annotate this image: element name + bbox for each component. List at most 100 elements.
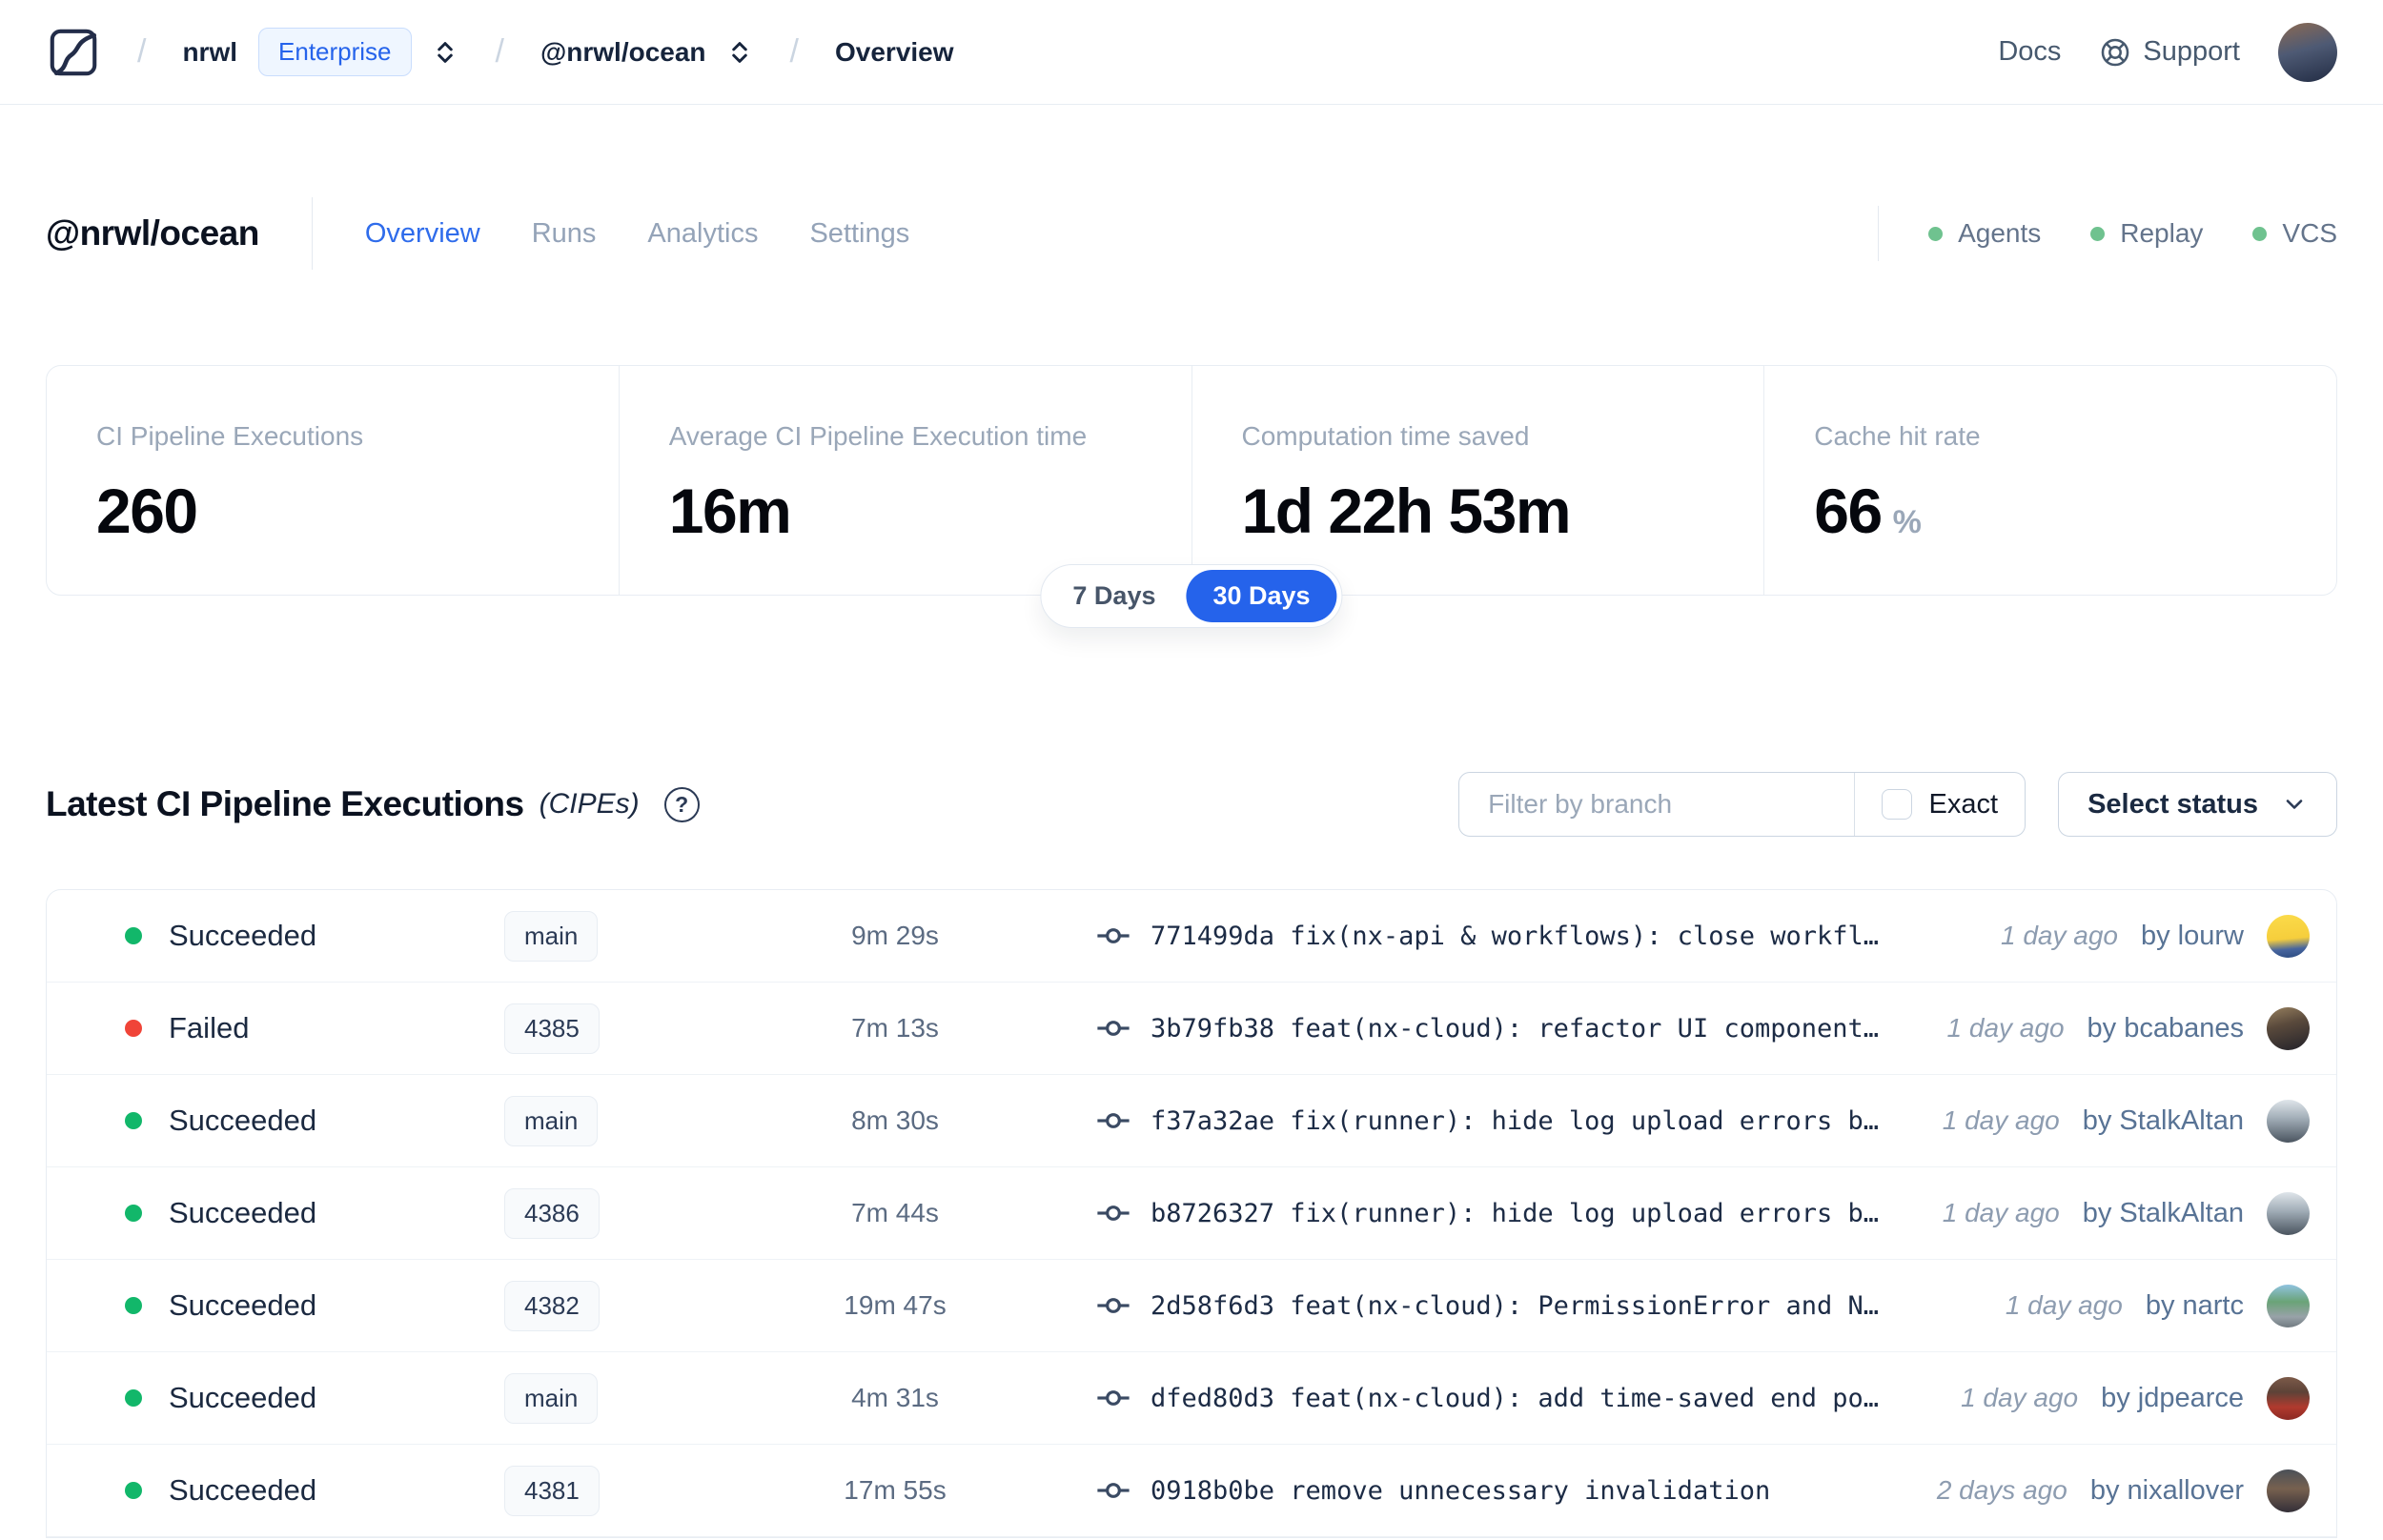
exact-checkbox[interactable] xyxy=(1881,789,1912,820)
support-link[interactable]: Support xyxy=(2099,36,2240,69)
table-row[interactable]: Succeeded 4382 19m 47s 2d58f6d3 feat(nx-… xyxy=(47,1260,2336,1352)
branch-badge[interactable]: main xyxy=(504,1372,599,1424)
duration: 8m 30s xyxy=(851,1105,939,1135)
branch-badge[interactable]: 4382 xyxy=(504,1280,600,1331)
stat-label: Cache hit rate xyxy=(1814,421,1981,451)
select-status-button[interactable]: Select status xyxy=(2058,772,2337,837)
duration: 7m 13s xyxy=(851,1013,939,1043)
branch-badge[interactable]: main xyxy=(504,910,599,962)
status-replay[interactable]: Replay xyxy=(2090,218,2203,249)
commit-message[interactable]: b8726327 fix(runner): hide log upload er… xyxy=(1151,1199,1879,1228)
status-agents[interactable]: Agents xyxy=(1928,218,2041,249)
top-nav: / nrwl Enterprise / @nrwl/ocean / Overvi… xyxy=(0,0,2383,105)
status-dot-icon xyxy=(125,1482,142,1499)
stat-value-suffix: % xyxy=(1892,504,1922,540)
branch-filter-group: Exact xyxy=(1458,772,2027,837)
stat-card-ci-pipeline-executions: CI Pipeline Executions 260 xyxy=(46,365,620,596)
git-commit-icon xyxy=(1095,1103,1131,1139)
time-ago: 1 day ago xyxy=(1942,1105,2060,1135)
divider xyxy=(311,197,313,270)
org-name: nrwl xyxy=(182,36,238,67)
commit-message[interactable]: f37a32ae fix(runner): hide log upload er… xyxy=(1151,1106,1879,1136)
stat-card-average-execution-time: Average CI Pipeline Execution time 16m xyxy=(618,365,1192,596)
stats-section: CI Pipeline Executions 260 Average CI Pi… xyxy=(46,365,2337,628)
breadcrumb-separator: / xyxy=(495,33,504,70)
branch-filter-input[interactable] xyxy=(1459,773,1854,836)
author-avatar xyxy=(2267,1191,2310,1235)
table-row[interactable]: Succeeded main 8m 30s f37a32ae fix(runne… xyxy=(47,1075,2336,1167)
branch-badge[interactable]: 4381 xyxy=(504,1465,600,1516)
breadcrumb-workspace[interactable]: @nrwl/ocean xyxy=(540,37,754,68)
time-ago: 1 day ago xyxy=(1946,1013,2065,1043)
user-avatar[interactable] xyxy=(2278,22,2337,82)
status-dot-icon xyxy=(125,1020,142,1037)
green-dot-icon xyxy=(1928,226,1944,241)
table-row[interactable]: Succeeded main 4m 31s dfed80d3 feat(nx-c… xyxy=(47,1352,2336,1445)
exact-label[interactable]: Exact xyxy=(1929,789,1999,821)
commit-message[interactable]: 2d58f6d3 feat(nx-cloud): PermissionError… xyxy=(1151,1291,1879,1321)
author-avatar xyxy=(2267,914,2310,958)
lifebuoy-icon xyxy=(2099,36,2131,69)
branch-badge[interactable]: main xyxy=(504,1095,599,1146)
author-avatar xyxy=(2267,1099,2310,1143)
author: by nixallover xyxy=(2089,1474,2244,1506)
table-row[interactable]: Succeeded 4386 7m 44s b8726327 fix(runne… xyxy=(47,1167,2336,1260)
breadcrumb-org[interactable]: nrwl Enterprise xyxy=(182,28,458,76)
time-ago: 1 day ago xyxy=(2001,921,2118,950)
table-row[interactable]: Failed 4385 7m 13s 3b79fb38 feat(nx-clou… xyxy=(47,983,2336,1075)
status-dot-icon xyxy=(125,1112,142,1129)
breadcrumb-separator: / xyxy=(789,33,799,70)
stat-label: Average CI Pipeline Execution time xyxy=(668,421,1088,451)
status-replay-label: Replay xyxy=(2120,218,2204,248)
stat-value: 66% xyxy=(1814,475,2317,547)
time-ago: 1 day ago xyxy=(1942,1198,2060,1227)
status-label: Succeeded xyxy=(169,1473,317,1507)
workspace-selector-chevron-icon[interactable] xyxy=(725,38,754,67)
commit-message[interactable]: dfed80d3 feat(nx-cloud): add time-saved … xyxy=(1151,1384,1879,1413)
stat-label: Computation time saved xyxy=(1241,421,1530,451)
stat-value: 16m xyxy=(668,476,792,546)
tab-overview[interactable]: Overview xyxy=(365,218,480,250)
exact-checkbox-group: Exact xyxy=(1855,789,2026,821)
duration: 17m 55s xyxy=(844,1475,947,1505)
commit-message[interactable]: 3b79fb38 feat(nx-cloud): refactor UI com… xyxy=(1151,1014,1879,1044)
time-ago: 2 days ago xyxy=(1936,1475,2067,1505)
cipe-title: Latest CI Pipeline Executions xyxy=(46,784,524,823)
table-row[interactable]: Succeeded main 9m 29s 771499da fix(nx-ap… xyxy=(47,890,2336,983)
time-ago: 1 day ago xyxy=(2005,1290,2123,1320)
enterprise-badge: Enterprise xyxy=(258,28,412,76)
range-7-days-button[interactable]: 7 Days xyxy=(1046,570,1182,622)
docs-link[interactable]: Docs xyxy=(1998,36,2061,68)
green-dot-icon xyxy=(2090,226,2106,241)
commit-message[interactable]: 0918b0be remove unnecessary invalidation xyxy=(1151,1476,1770,1506)
nx-cloud-logo-icon[interactable] xyxy=(46,25,101,80)
workspace-tabs: Overview Runs Analytics Settings xyxy=(365,218,909,250)
branch-badge[interactable]: 4385 xyxy=(504,1003,600,1054)
cipe-table: Succeeded main 9m 29s 771499da fix(nx-ap… xyxy=(46,889,2337,1538)
status-vcs[interactable]: VCS xyxy=(2252,218,2337,249)
status-label: Succeeded xyxy=(169,919,317,952)
stat-card-cache-hit-rate: Cache hit rate 66% xyxy=(1763,365,2337,596)
status-agents-label: Agents xyxy=(1958,218,2042,248)
author: by StalkAltan xyxy=(2082,1104,2244,1136)
range-30-days-button[interactable]: 30 Days xyxy=(1186,570,1337,622)
tab-runs[interactable]: Runs xyxy=(532,218,597,250)
breadcrumb-page: Overview xyxy=(835,36,954,67)
status-label: Succeeded xyxy=(169,1288,317,1322)
org-selector-chevron-icon[interactable] xyxy=(431,38,459,67)
help-icon[interactable]: ? xyxy=(663,786,700,822)
time-ago: 1 day ago xyxy=(1961,1383,2079,1412)
tab-settings[interactable]: Settings xyxy=(809,218,909,250)
page-title: @nrwl/ocean xyxy=(46,213,259,253)
git-commit-icon xyxy=(1095,1195,1131,1231)
author-avatar xyxy=(2267,1006,2310,1050)
duration: 19m 47s xyxy=(844,1290,947,1320)
tab-analytics[interactable]: Analytics xyxy=(647,218,758,250)
table-row[interactable]: Succeeded 4381 17m 55s 0918b0be remove u… xyxy=(47,1445,2336,1537)
author: by bcabanes xyxy=(2087,1012,2244,1044)
status-dot-icon xyxy=(125,1297,142,1314)
commit-message[interactable]: 771499da fix(nx-api & workflows): close … xyxy=(1151,922,1879,951)
author-avatar xyxy=(2267,1284,2310,1327)
branch-badge[interactable]: 4386 xyxy=(504,1187,600,1239)
chevron-down-icon xyxy=(2281,791,2308,818)
